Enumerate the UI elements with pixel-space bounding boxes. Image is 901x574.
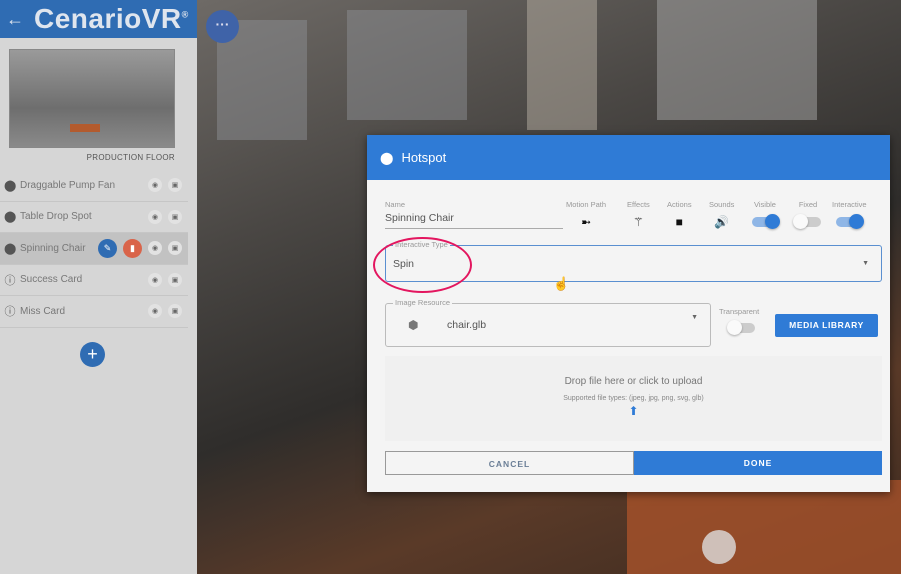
eye-icon[interactable]: ◉	[148, 304, 162, 319]
eye-icon[interactable]: ◉	[148, 241, 162, 256]
name-label: Name	[385, 200, 406, 209]
actions-tool[interactable]: Actions ■	[667, 200, 692, 229]
hotspot-list: ⬤ Draggable Pump Fan ◉ ▣ ⬤ Table Drop Spot ◉ ▣…	[0, 170, 188, 328]
list-item[interactable]: ⬤ Draggable Pump Fan ◉ ▣	[0, 170, 188, 202]
map-pin-icon: ⬤	[4, 211, 17, 224]
logo-text: CenarioVR	[34, 3, 182, 34]
registered-mark: ®	[181, 9, 189, 20]
tool-label: Effects	[627, 200, 650, 209]
toggle-track[interactable]	[727, 320, 755, 335]
eye-icon[interactable]: ◉	[148, 272, 162, 287]
toggle-label: Interactive	[832, 200, 867, 209]
list-item[interactable]: ⓘ Miss Card ◉ ▣	[0, 296, 188, 328]
image-resource-value: chair.glb	[447, 319, 487, 331]
list-item[interactable]: ⓘ Success Card ◉ ▣	[0, 265, 188, 296]
cancel-button[interactable]: CANCEL	[385, 451, 634, 475]
sidebar: ← CenarioVR® PRODUCTION FLOOR ⬤ Draggable…	[0, 0, 197, 574]
image-resource-select[interactable]: Image Resource ⬢ chair.glb ▼	[385, 298, 711, 347]
visible-toggle[interactable]: Visible	[752, 200, 780, 229]
tool-label: Actions	[667, 200, 692, 209]
lock-icon[interactable]: ▣	[168, 178, 182, 193]
transparent-label: Transparent	[719, 307, 760, 316]
lock-icon[interactable]: ▣	[168, 241, 182, 256]
lock-icon[interactable]: ▣	[168, 272, 182, 287]
toggle-label: Visible	[754, 200, 776, 209]
logo: CenarioVR®	[34, 3, 189, 35]
speaker-icon: 🔊	[714, 215, 730, 229]
motion-path-tool[interactable]: Motion Path ➼	[566, 200, 606, 229]
effects-tool[interactable]: Effects ⚚	[627, 200, 650, 229]
upload-icon[interactable]: ⬆	[385, 404, 882, 418]
supported-types: Supported file types: (jpeg, jpg, png, s…	[563, 395, 704, 402]
dialog-header: ⬤ Hotspot	[367, 135, 890, 180]
eye-icon[interactable]: ◉	[148, 209, 162, 224]
info-icon: ⓘ	[4, 306, 16, 319]
dialog-title: Hotspot	[401, 150, 447, 165]
drop-text: Drop file here or click to upload	[564, 376, 703, 387]
name-field[interactable]: Name Spinning Chair	[385, 200, 563, 229]
toggle-track[interactable]	[793, 214, 821, 229]
hotspot-dialog: ⬤ Hotspot Name Spinning Chair Motion Path…	[367, 135, 890, 492]
item-label: Draggable Pump Fan	[20, 179, 116, 191]
sounds-tool[interactable]: Sounds 🔊	[709, 200, 734, 229]
info-icon: ⓘ	[4, 274, 16, 287]
rotate-hotspot-icon[interactable]	[702, 530, 736, 564]
lock-icon[interactable]: ▣	[168, 209, 182, 224]
edit-button[interactable]: ✎	[98, 238, 117, 258]
toggle-label: Fixed	[798, 200, 818, 209]
toggle-track[interactable]	[836, 214, 865, 229]
tool-label: Sounds	[709, 200, 735, 209]
dropdown-caret-icon: ▼	[862, 260, 869, 267]
item-label: Spinning Chair	[20, 242, 86, 254]
cube-icon: ⬢	[408, 318, 419, 332]
motion-path-icon: ➼	[580, 215, 592, 229]
eye-icon[interactable]: ◉	[148, 178, 162, 193]
interactive-toggle[interactable]: Interactive	[832, 200, 867, 229]
done-button[interactable]: DONE	[634, 451, 882, 475]
dropdown-caret-icon: ▼	[691, 314, 698, 321]
back-arrow-icon[interactable]: ←	[6, 9, 24, 30]
logo-bar: ← CenarioVR®	[0, 0, 197, 38]
toggle-track[interactable]	[752, 214, 780, 229]
scene-label: PRODUCTION FLOOR	[86, 153, 175, 162]
add-hotspot-button[interactable]: +	[80, 342, 105, 367]
magic-wand-icon: ⚚	[633, 215, 644, 229]
more-menu-button[interactable]: ···	[206, 10, 239, 43]
fixed-toggle[interactable]: Fixed	[793, 200, 821, 229]
machine	[627, 480, 901, 574]
media-library-button[interactable]: MEDIA LIBRARY	[775, 314, 878, 337]
item-label: Miss Card	[20, 305, 66, 317]
hand-cursor-icon: ☝	[553, 276, 570, 291]
map-pin-icon: ⬤	[4, 242, 17, 255]
file-drop-zone[interactable]: Drop file here or click to upload Suppor…	[385, 356, 882, 441]
lock-icon[interactable]: ▣	[168, 304, 182, 319]
item-label: Success Card	[20, 274, 83, 286]
list-item[interactable]: ⬤ Table Drop Spot ◉ ▣	[0, 202, 188, 233]
name-input[interactable]: Spinning Chair	[385, 209, 563, 229]
item-label: Table Drop Spot	[20, 211, 92, 223]
clapperboard-icon: ■	[675, 215, 683, 229]
scene-thumbnail[interactable]	[9, 49, 175, 148]
map-pin-icon: ⬤	[380, 150, 394, 165]
highlight-annotation	[373, 237, 472, 293]
delete-button[interactable]: ▮	[123, 238, 142, 258]
tool-label: Motion Path	[566, 200, 607, 209]
list-item[interactable]: ⬤ Spinning Chair ✎ ▮ ◉ ▣	[0, 233, 188, 265]
image-resource-label: Image Resource	[393, 298, 453, 307]
transparent-toggle[interactable]: Transparent	[719, 307, 760, 335]
map-pin-icon: ⬤	[4, 179, 17, 192]
